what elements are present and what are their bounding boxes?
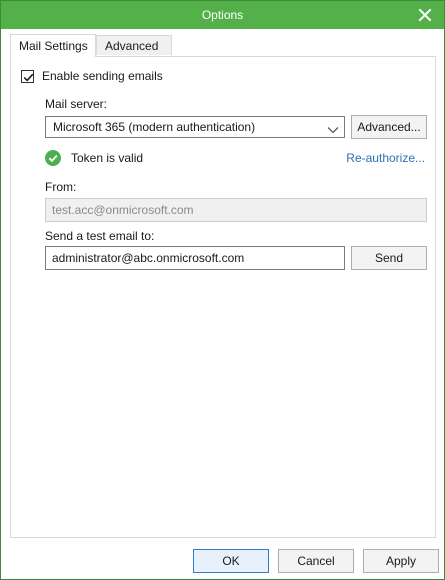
mail-server-value: Microsoft 365 (modern authentication) [53, 120, 256, 134]
send-button[interactable]: Send [351, 246, 427, 270]
chevron-down-icon[interactable] [327, 123, 339, 134]
close-icon[interactable] [417, 7, 433, 23]
apply-button[interactable]: Apply [363, 549, 439, 573]
checkbox-box[interactable] [21, 69, 34, 83]
tab-mail-settings[interactable]: Mail Settings [10, 34, 96, 57]
success-check-icon [45, 150, 61, 166]
title-bar: Options [1, 1, 444, 29]
token-status: Token is valid [45, 150, 143, 166]
test-email-label: Send a test email to: [45, 229, 155, 243]
ok-button[interactable]: OK [193, 549, 269, 573]
mail-server-label: Mail server: [45, 97, 108, 111]
mail-settings-panel: Enable sending emails Mail server: Micro… [10, 56, 436, 538]
window-title: Options [201, 8, 244, 22]
reauthorize-link[interactable]: Re-authorize... [346, 151, 425, 165]
tab-advanced[interactable]: Advanced [96, 35, 172, 55]
enable-sending-emails-checkbox[interactable]: Enable sending emails [21, 68, 163, 84]
options-window: Options Mail Settings Advanced Enable se… [0, 0, 445, 580]
advanced-button[interactable]: Advanced... [351, 115, 427, 139]
mail-server-select[interactable]: Microsoft 365 (modern authentication) [45, 116, 345, 138]
token-status-text: Token is valid [71, 151, 144, 165]
enable-sending-emails-label: Enable sending emails [42, 69, 163, 83]
from-field [45, 198, 427, 222]
checkmark-icon [23, 73, 34, 82]
cancel-button[interactable]: Cancel [278, 549, 354, 573]
from-label: From: [45, 180, 77, 194]
test-email-field[interactable] [45, 246, 345, 270]
